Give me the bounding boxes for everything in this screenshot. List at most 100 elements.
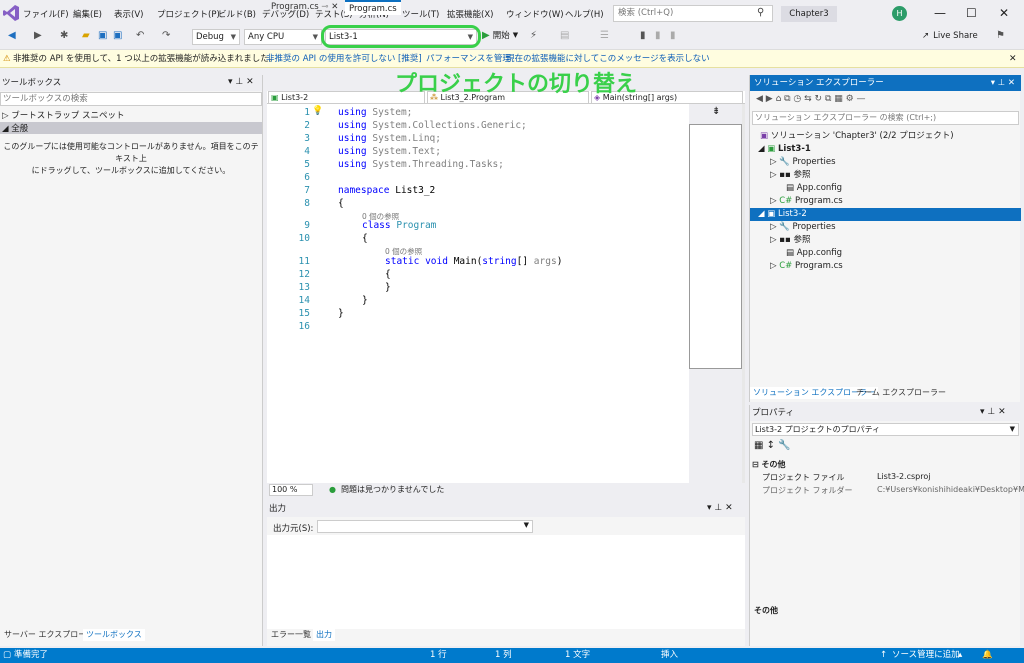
save-all-icon[interactable]: ▣: [113, 30, 122, 41]
live-share-button[interactable]: ↗ Live Share: [922, 31, 978, 41]
chevron-down-icon: ▼: [312, 33, 318, 41]
search-input[interactable]: 検索 (Ctrl+Q): [613, 5, 773, 22]
code-minimap[interactable]: [689, 124, 742, 369]
pin-icon[interactable]: ▾ ⊥ ✕: [980, 407, 1006, 417]
save-icon[interactable]: ▣: [98, 30, 107, 41]
line-number: 2: [304, 120, 310, 131]
maximize-icon[interactable]: ☐: [966, 6, 977, 20]
back-icon[interactable]: ◀: [8, 30, 16, 41]
forward-icon[interactable]: ▶: [34, 30, 42, 41]
notification-icon[interactable]: 🔔: [982, 648, 993, 663]
properties-object-select[interactable]: List3-2 プロジェクトのプロパティ ▼: [752, 423, 1019, 436]
tree-references-2[interactable]: ▷ ▪▪ 参照: [770, 234, 811, 247]
property-name: プロジェクト フォルダー: [762, 486, 853, 495]
close-icon[interactable]: ✕: [999, 6, 1009, 20]
editor-tab-program-2[interactable]: Program.cs: [345, 0, 401, 15]
menu-view[interactable]: 表示(V): [114, 8, 143, 20]
toolbox-group-general[interactable]: ◢ 全般: [0, 122, 262, 134]
property-value[interactable]: List3-2.csproj: [877, 472, 930, 481]
tree-properties-1[interactable]: ▷ 🔧 Properties: [770, 156, 836, 169]
hot-reload-icon[interactable]: ⚡: [530, 30, 537, 41]
editor-tab-program-1[interactable]: Program.cs ⊸ ✕: [267, 0, 342, 15]
redo-icon[interactable]: ↷: [162, 30, 170, 41]
output-text-area[interactable]: [267, 535, 745, 629]
toolbox-bottom-tabs: サーバー エクスプローラー ツールボックス: [0, 628, 263, 642]
zoom-select[interactable]: 100 %: [269, 484, 313, 496]
tree-label: 参照: [793, 235, 811, 245]
tab-toolbox[interactable]: ツールボックス: [83, 629, 145, 641]
param-name: args: [533, 256, 557, 267]
pin-icon[interactable]: ⊸: [321, 2, 328, 12]
property-category[interactable]: ⊟ その他: [752, 459, 786, 470]
categorized-icon[interactable]: ▦ ↕ 🔧: [754, 440, 791, 451]
menu-bar: ファイル(F) 編集(E) 表示(V) プロジェクト(P) ビルド(B) デバッ…: [0, 0, 1024, 27]
solution-toolbar-icons[interactable]: ◀ ▶ ⌂ ⧉ ◷ ⇆ ↻ ⧉ ▦ ⚙ —: [756, 94, 866, 104]
undo-icon[interactable]: ↶: [136, 30, 144, 41]
menu-project[interactable]: プロジェクト(P): [157, 8, 220, 20]
tree-references-1[interactable]: ▷ ▪▪ 参照: [770, 169, 811, 182]
tree-appconfig-2[interactable]: ▤ App.config: [786, 247, 842, 260]
line-number: 1: [304, 107, 310, 118]
line-number: 6: [304, 172, 310, 183]
keyword: using: [338, 159, 367, 170]
add-to-source-control[interactable]: ソース管理に追加: [892, 648, 960, 663]
menu-build[interactable]: ビルド(B): [218, 8, 256, 20]
editor-scrollbar[interactable]: [742, 104, 745, 483]
open-folder-icon[interactable]: ▰: [82, 30, 90, 41]
chevron-down-icon: ▼: [230, 33, 236, 41]
status-line: 1 行: [430, 650, 447, 660]
menu-window[interactable]: ウィンドウ(W): [506, 8, 564, 20]
tree-label: Properties: [792, 157, 836, 167]
menu-extensions[interactable]: 拡張機能(X): [447, 8, 493, 20]
feedback-icon[interactable]: ⚑: [996, 30, 1005, 41]
close-icon[interactable]: ✕: [1009, 50, 1017, 68]
tree-appconfig-1[interactable]: ▤ App.config: [786, 182, 842, 195]
tree-programcs-2[interactable]: ▷ C# Program.cs: [770, 260, 843, 273]
tree-solution[interactable]: ▣ ソリューション 'Chapter3' (2/2 プロジェクト): [760, 130, 954, 143]
search-icon[interactable]: ⚲: [757, 7, 764, 18]
bookmark-icon[interactable]: ▮: [640, 30, 646, 41]
toolbox-search-input[interactable]: ツールボックスの検索: [0, 92, 262, 106]
pin-icon[interactable]: ▾ ⊥ ✕: [991, 75, 1015, 91]
tab-output[interactable]: 出力: [313, 629, 335, 641]
output-source-select[interactable]: ▼: [317, 520, 533, 533]
tree-project-list3-2[interactable]: ◢ ▣ List3-2: [750, 208, 1021, 221]
tree-programcs-1[interactable]: ▷ C# Program.cs: [770, 195, 843, 208]
chevron-right-icon: ▷: [770, 196, 780, 206]
pin-icon[interactable]: ▾ ⊥ ✕: [707, 503, 733, 513]
lightbulb-icon[interactable]: 💡: [312, 106, 323, 116]
close-icon[interactable]: ✕: [331, 2, 338, 12]
toolbox-group-bootstrap[interactable]: ▷ ブートストラップ スニペット: [0, 109, 262, 121]
namespace-name: List3_2: [395, 185, 436, 196]
issues-status[interactable]: 問題は見つかりませんでした: [341, 483, 444, 497]
line-number: 13: [298, 282, 310, 293]
menu-file[interactable]: ファイル(F): [23, 8, 69, 20]
line-number: 16: [298, 321, 310, 332]
pin-icon[interactable]: ▾ ⊥ ✕: [228, 77, 254, 87]
menu-help[interactable]: ヘルプ(H): [565, 8, 604, 20]
tab-error-list[interactable]: エラー一覧: [268, 629, 314, 641]
nav-project-value: List3-2: [281, 93, 309, 102]
split-icon[interactable]: ⇟: [712, 106, 720, 117]
start-button[interactable]: ▶ 開始 ▼: [482, 29, 518, 42]
avatar[interactable]: H: [892, 6, 907, 21]
start-label: 開始: [492, 31, 510, 41]
minimize-icon[interactable]: —: [934, 6, 946, 20]
tree-label: App.config: [796, 183, 843, 193]
configuration-select[interactable]: Debug ▼: [192, 29, 240, 45]
solution-search-input[interactable]: ソリューション エクスプローラー の検索 (Ctrl+;): [752, 111, 1019, 125]
code-line-11: static void Main(string[] args): [385, 256, 562, 267]
menu-tools[interactable]: ツール(T): [402, 8, 439, 20]
tree-project-list3-1[interactable]: ◢ ▣ List3-1: [758, 143, 811, 156]
tree-label: App.config: [796, 248, 843, 258]
platform-select[interactable]: Any CPU ▼: [244, 29, 322, 45]
menu-edit[interactable]: 編集(E): [73, 8, 102, 20]
code-line-4: using System.Text;: [338, 146, 441, 157]
property-value[interactable]: C:¥Users¥konishihideaki¥Desktop¥M: [877, 485, 1024, 494]
toolbox-title-text: ツールボックス: [2, 78, 62, 88]
tree-properties-2[interactable]: ▷ 🔧 Properties: [770, 221, 836, 234]
info-message: 非推奨の API を使用して、1 つ以上の拡張機能が読み込まれました。: [13, 54, 278, 64]
tab-team-explorer[interactable]: チーム エクスプローラー: [853, 387, 949, 399]
new-project-icon[interactable]: ✱: [60, 30, 68, 41]
tab-label: Program.cs: [349, 4, 397, 14]
